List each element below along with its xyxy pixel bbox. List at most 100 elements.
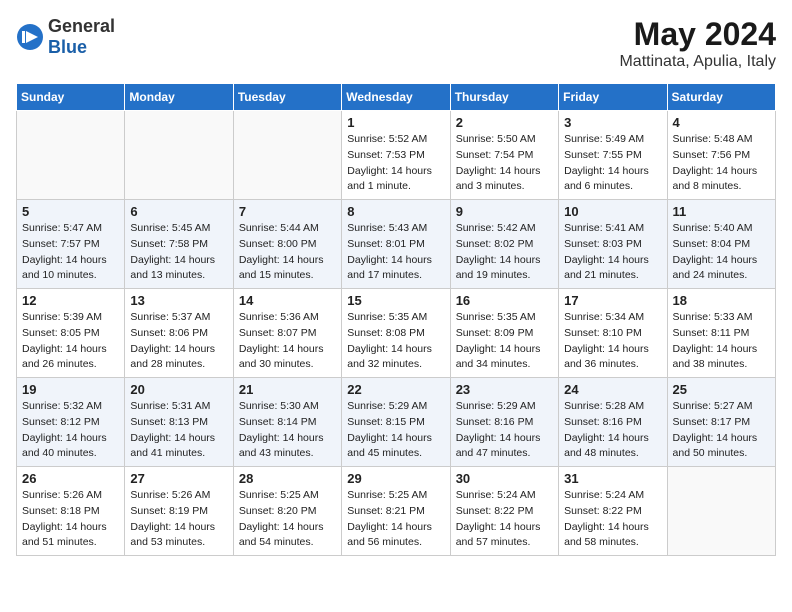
day-info: Sunrise: 5:52 AMSunset: 7:53 PMDaylight:… <box>347 132 444 195</box>
day-info: Sunrise: 5:44 AMSunset: 8:00 PMDaylight:… <box>239 221 336 284</box>
day-info: Sunrise: 5:35 AMSunset: 8:08 PMDaylight:… <box>347 310 444 373</box>
calendar-cell: 21 Sunrise: 5:30 AMSunset: 8:14 PMDayligh… <box>233 378 341 467</box>
calendar-cell: 31 Sunrise: 5:24 AMSunset: 8:22 PMDayligh… <box>559 467 667 556</box>
calendar-cell <box>17 111 125 200</box>
day-info: Sunrise: 5:41 AMSunset: 8:03 PMDaylight:… <box>564 221 661 284</box>
day-info: Sunrise: 5:31 AMSunset: 8:13 PMDaylight:… <box>130 399 227 462</box>
calendar-cell: 24 Sunrise: 5:28 AMSunset: 8:16 PMDayligh… <box>559 378 667 467</box>
day-info: Sunrise: 5:26 AMSunset: 8:18 PMDaylight:… <box>22 488 119 551</box>
day-number: 9 <box>456 204 553 219</box>
day-number: 28 <box>239 471 336 486</box>
calendar-day-header: Monday <box>125 84 233 111</box>
calendar-header-row: SundayMondayTuesdayWednesdayThursdayFrid… <box>17 84 776 111</box>
day-info: Sunrise: 5:34 AMSunset: 8:10 PMDaylight:… <box>564 310 661 373</box>
calendar-cell: 2Sunrise: 5:50 AMSunset: 7:54 PMDaylight… <box>450 111 558 200</box>
calendar-cell: 25 Sunrise: 5:27 AMSunset: 8:17 PMDayligh… <box>667 378 775 467</box>
calendar-day-header: Tuesday <box>233 84 341 111</box>
calendar-table: SundayMondayTuesdayWednesdayThursdayFrid… <box>16 83 776 556</box>
day-number: 21 <box>239 382 336 397</box>
day-info: Sunrise: 5:47 AMSunset: 7:57 PMDaylight:… <box>22 221 119 284</box>
calendar-day-header: Wednesday <box>342 84 450 111</box>
day-info: Sunrise: 5:26 AMSunset: 8:19 PMDaylight:… <box>130 488 227 551</box>
month-title: May 2024 <box>619 16 776 53</box>
day-info: Sunrise: 5:25 AMSunset: 8:21 PMDaylight:… <box>347 488 444 551</box>
day-info: Sunrise: 5:29 AMSunset: 8:15 PMDaylight:… <box>347 399 444 462</box>
calendar-cell: 28 Sunrise: 5:25 AMSunset: 8:20 PMDayligh… <box>233 467 341 556</box>
day-number: 13 <box>130 293 227 308</box>
calendar-cell: 26 Sunrise: 5:26 AMSunset: 8:18 PMDayligh… <box>17 467 125 556</box>
calendar-cell: 12 Sunrise: 5:39 AMSunset: 8:05 PMDayligh… <box>17 289 125 378</box>
day-info: Sunrise: 5:29 AMSunset: 8:16 PMDaylight:… <box>456 399 553 462</box>
logo-icon <box>16 23 44 51</box>
calendar-day-header: Saturday <box>667 84 775 111</box>
calendar-week-row: 5 Sunrise: 5:47 AMSunset: 7:57 PMDaylight… <box>17 200 776 289</box>
day-number: 17 <box>564 293 661 308</box>
calendar-cell: 5 Sunrise: 5:47 AMSunset: 7:57 PMDaylight… <box>17 200 125 289</box>
day-info: Sunrise: 5:45 AMSunset: 7:58 PMDaylight:… <box>130 221 227 284</box>
calendar-day-header: Thursday <box>450 84 558 111</box>
calendar-cell: 1Sunrise: 5:52 AMSunset: 7:53 PMDaylight… <box>342 111 450 200</box>
calendar-cell: 17 Sunrise: 5:34 AMSunset: 8:10 PMDayligh… <box>559 289 667 378</box>
day-number: 8 <box>347 204 444 219</box>
day-number: 24 <box>564 382 661 397</box>
day-number: 31 <box>564 471 661 486</box>
calendar-cell: 14 Sunrise: 5:36 AMSunset: 8:07 PMDayligh… <box>233 289 341 378</box>
day-info: Sunrise: 5:28 AMSunset: 8:16 PMDaylight:… <box>564 399 661 462</box>
logo-blue: Blue <box>48 37 87 57</box>
day-number: 2 <box>456 115 553 130</box>
day-number: 5 <box>22 204 119 219</box>
day-number: 6 <box>130 204 227 219</box>
day-number: 14 <box>239 293 336 308</box>
day-number: 16 <box>456 293 553 308</box>
day-info: Sunrise: 5:24 AMSunset: 8:22 PMDaylight:… <box>456 488 553 551</box>
day-number: 18 <box>673 293 770 308</box>
calendar-cell: 30 Sunrise: 5:24 AMSunset: 8:22 PMDayligh… <box>450 467 558 556</box>
day-info: Sunrise: 5:27 AMSunset: 8:17 PMDaylight:… <box>673 399 770 462</box>
day-info: Sunrise: 5:35 AMSunset: 8:09 PMDaylight:… <box>456 310 553 373</box>
day-info: Sunrise: 5:49 AMSunset: 7:55 PMDaylight:… <box>564 132 661 195</box>
day-info: Sunrise: 5:30 AMSunset: 8:14 PMDaylight:… <box>239 399 336 462</box>
day-number: 4 <box>673 115 770 130</box>
day-number: 25 <box>673 382 770 397</box>
calendar-cell: 18Sunrise: 5:33 AMSunset: 8:11 PMDayligh… <box>667 289 775 378</box>
calendar-cell: 15Sunrise: 5:35 AMSunset: 8:08 PMDayligh… <box>342 289 450 378</box>
day-number: 19 <box>22 382 119 397</box>
calendar-cell: 22Sunrise: 5:29 AMSunset: 8:15 PMDayligh… <box>342 378 450 467</box>
day-info: Sunrise: 5:25 AMSunset: 8:20 PMDaylight:… <box>239 488 336 551</box>
day-info: Sunrise: 5:48 AMSunset: 7:56 PMDaylight:… <box>673 132 770 195</box>
location-title: Mattinata, Apulia, Italy <box>619 53 776 71</box>
day-info: Sunrise: 5:39 AMSunset: 8:05 PMDaylight:… <box>22 310 119 373</box>
calendar-cell <box>667 467 775 556</box>
day-number: 3 <box>564 115 661 130</box>
calendar-cell <box>233 111 341 200</box>
day-number: 30 <box>456 471 553 486</box>
day-info: Sunrise: 5:36 AMSunset: 8:07 PMDaylight:… <box>239 310 336 373</box>
day-number: 7 <box>239 204 336 219</box>
calendar-cell: 29 Sunrise: 5:25 AMSunset: 8:21 PMDayligh… <box>342 467 450 556</box>
calendar-day-header: Friday <box>559 84 667 111</box>
calendar-cell: 3 Sunrise: 5:49 AMSunset: 7:55 PMDaylight… <box>559 111 667 200</box>
page-header: General Blue May 2024 Mattinata, Apulia,… <box>16 16 776 71</box>
calendar-week-row: 12 Sunrise: 5:39 AMSunset: 8:05 PMDayligh… <box>17 289 776 378</box>
day-info: Sunrise: 5:40 AMSunset: 8:04 PMDaylight:… <box>673 221 770 284</box>
day-number: 27 <box>130 471 227 486</box>
day-number: 11 <box>673 204 770 219</box>
calendar-cell: 11 Sunrise: 5:40 AMSunset: 8:04 PMDayligh… <box>667 200 775 289</box>
calendar-cell: 16 Sunrise: 5:35 AMSunset: 8:09 PMDayligh… <box>450 289 558 378</box>
calendar-cell: 8 Sunrise: 5:43 AMSunset: 8:01 PMDaylight… <box>342 200 450 289</box>
day-info: Sunrise: 5:42 AMSunset: 8:02 PMDaylight:… <box>456 221 553 284</box>
calendar-cell: 23Sunrise: 5:29 AMSunset: 8:16 PMDayligh… <box>450 378 558 467</box>
day-number: 12 <box>22 293 119 308</box>
calendar-week-row: 26 Sunrise: 5:26 AMSunset: 8:18 PMDayligh… <box>17 467 776 556</box>
calendar-cell: 13Sunrise: 5:37 AMSunset: 8:06 PMDayligh… <box>125 289 233 378</box>
day-info: Sunrise: 5:24 AMSunset: 8:22 PMDaylight:… <box>564 488 661 551</box>
day-number: 29 <box>347 471 444 486</box>
day-number: 26 <box>22 471 119 486</box>
day-info: Sunrise: 5:43 AMSunset: 8:01 PMDaylight:… <box>347 221 444 284</box>
day-info: Sunrise: 5:32 AMSunset: 8:12 PMDaylight:… <box>22 399 119 462</box>
logo: General Blue <box>16 16 115 58</box>
day-number: 10 <box>564 204 661 219</box>
calendar-cell: 27 Sunrise: 5:26 AMSunset: 8:19 PMDayligh… <box>125 467 233 556</box>
calendar-week-row: 19 Sunrise: 5:32 AMSunset: 8:12 PMDayligh… <box>17 378 776 467</box>
calendar-day-header: Sunday <box>17 84 125 111</box>
